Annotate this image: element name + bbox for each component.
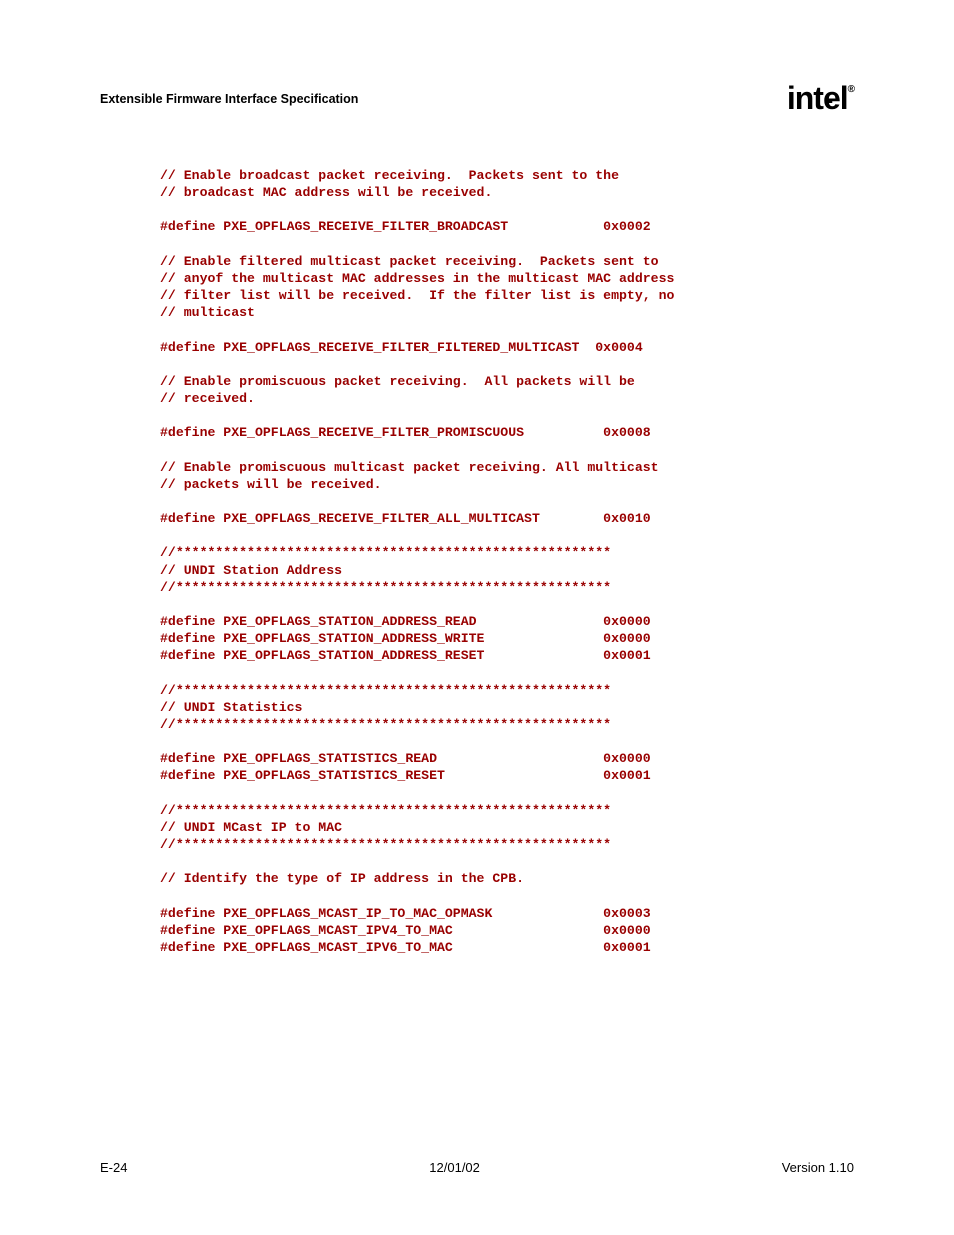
code-line: // received. [160,391,255,406]
code-line: // UNDI Statistics [160,700,302,715]
code-line: #define PXE_OPFLAGS_MCAST_IPV4_TO_MAC 0x… [160,923,651,938]
code-line: //**************************************… [160,683,611,698]
code-line: //**************************************… [160,803,611,818]
code-line: //**************************************… [160,837,611,852]
footer-right: Version 1.10 [782,1160,854,1175]
intel-logo: inte.l® [787,80,854,117]
code-line: #define PXE_OPFLAGS_MCAST_IPV6_TO_MAC 0x… [160,940,651,955]
code-line: #define PXE_OPFLAGS_MCAST_IP_TO_MAC_OPMA… [160,906,651,921]
code-line: #define PXE_OPFLAGS_RECEIVE_FILTER_FILTE… [160,340,643,355]
footer-center: 12/01/02 [429,1160,480,1175]
code-line: //**************************************… [160,717,611,732]
code-line: #define PXE_OPFLAGS_STATION_ADDRESS_READ… [160,614,651,629]
page-footer: E-24 12/01/02 Version 1.10 [100,1160,854,1175]
code-line: #define PXE_OPFLAGS_STATISTICS_RESET 0x0… [160,768,651,783]
doc-title: Extensible Firmware Interface Specificat… [100,92,358,106]
code-line: // anyof the multicast MAC addresses in … [160,271,674,286]
code-line: #define PXE_OPFLAGS_RECEIVE_FILTER_PROMI… [160,425,651,440]
code-content: // Enable broadcast packet receiving. Pa… [160,167,854,956]
code-line: // UNDI Station Address [160,563,342,578]
code-line: #define PXE_OPFLAGS_STATION_ADDRESS_WRIT… [160,631,651,646]
code-line: #define PXE_OPFLAGS_STATION_ADDRESS_RESE… [160,648,651,663]
code-line: // packets will be received. [160,477,382,492]
footer-left: E-24 [100,1160,127,1175]
code-line: #define PXE_OPFLAGS_STATISTICS_READ 0x00… [160,751,651,766]
code-line: // Enable broadcast packet receiving. Pa… [160,168,619,183]
page-header: Extensible Firmware Interface Specificat… [100,80,854,117]
code-line: // Enable promiscuous packet receiving. … [160,374,635,389]
code-line: //**************************************… [160,545,611,560]
code-line: // multicast [160,305,255,320]
code-line: // UNDI MCast IP to MAC [160,820,342,835]
code-line: // broadcast MAC address will be receive… [160,185,492,200]
code-line: // Enable filtered multicast packet rece… [160,254,659,269]
code-line: #define PXE_OPFLAGS_RECEIVE_FILTER_ALL_M… [160,511,651,526]
code-line: //**************************************… [160,580,611,595]
document-page: Extensible Firmware Interface Specificat… [0,0,954,1235]
code-line: // Identify the type of IP address in th… [160,871,524,886]
code-line: // Enable promiscuous multicast packet r… [160,460,659,475]
code-line: // filter list will be received. If the … [160,288,674,303]
code-line: #define PXE_OPFLAGS_RECEIVE_FILTER_BROAD… [160,219,651,234]
